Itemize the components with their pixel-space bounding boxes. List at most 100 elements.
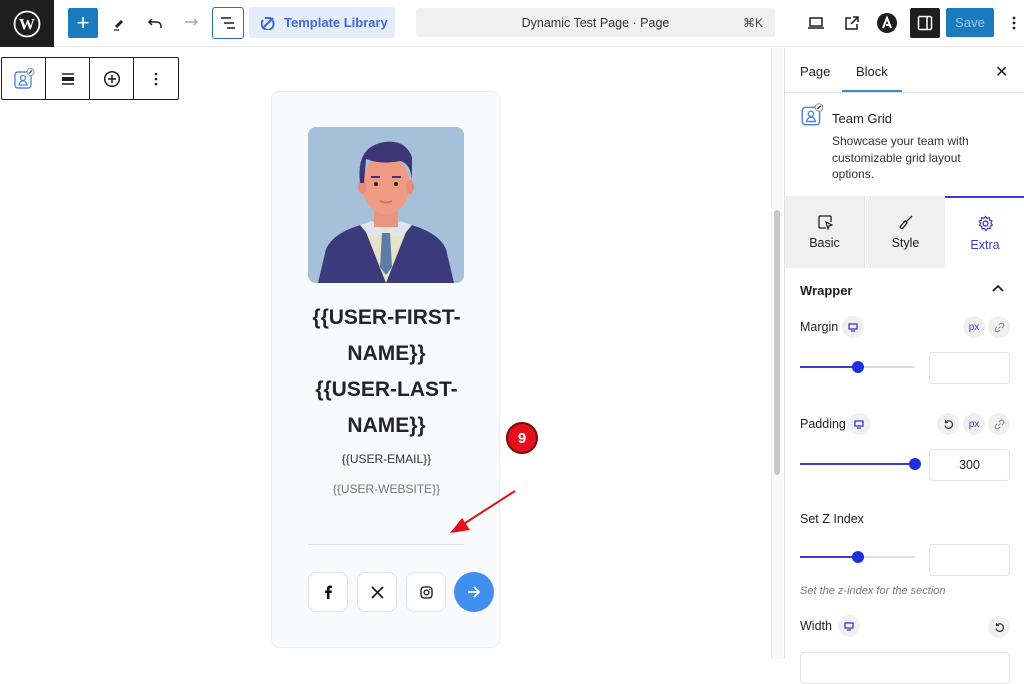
z-index-slider[interactable] [800, 551, 915, 563]
link-icon [994, 419, 1004, 429]
external-link-icon [845, 16, 859, 30]
first-name-placeholder-cont: NAME}} [347, 342, 426, 365]
margin-label: Margin [800, 320, 839, 334]
template-library-button[interactable]: Template Library [249, 7, 395, 38]
gear-icon [977, 214, 993, 231]
active-tab-indicator [842, 90, 902, 92]
block-options-button[interactable] [134, 58, 178, 99]
width-reset-button[interactable] [988, 616, 1010, 638]
edit-tools-button[interactable] [104, 8, 134, 38]
desktop-icon [808, 17, 824, 29]
tab-basic-label: Basic [809, 236, 840, 250]
close-icon[interactable]: ✕ [995, 62, 1008, 82]
wrapper-section-title[interactable]: Wrapper [800, 283, 853, 298]
settings-toggle-button[interactable] [910, 8, 940, 38]
desktop-icon [854, 419, 864, 429]
tab-page[interactable]: Page [800, 64, 830, 79]
list-view-icon [221, 17, 235, 29]
margin-input[interactable] [929, 352, 1010, 384]
person-illustration [308, 127, 464, 283]
annotation-arrow [450, 490, 516, 533]
plus-icon: + [76, 10, 90, 35]
padding-reset-button[interactable] [937, 413, 959, 435]
z-index-slider-fill [800, 556, 858, 558]
template-library-label: Template Library [284, 15, 388, 30]
responsive-device-button[interactable] [838, 615, 860, 637]
padding-unit-button[interactable]: px [963, 413, 985, 435]
block-type-button[interactable] [2, 58, 46, 99]
options-button[interactable] [1004, 8, 1024, 38]
padding-label: Padding [800, 417, 846, 431]
team-member-card[interactable]: {{USER-FIRST- NAME}} {{USER-LAST- NAME}}… [271, 91, 500, 648]
instagram-icon [419, 585, 433, 599]
width-input[interactable] [800, 652, 1010, 684]
shortcut-hint: ⌘K [742, 15, 763, 30]
margin-slider-handle[interactable] [851, 361, 864, 373]
align-wide-icon [61, 72, 74, 85]
card-divider [308, 544, 464, 545]
align-button[interactable] [46, 58, 90, 99]
command-palette-bar[interactable]: Dynamic Test Page · Page ⌘K [416, 8, 775, 37]
brush-icon [898, 215, 912, 229]
svg-text:W: W [19, 16, 35, 33]
padding-link-button[interactable] [988, 413, 1010, 435]
add-block-button[interactable]: + [68, 8, 98, 38]
wordpress-logo[interactable]: W [0, 0, 54, 47]
link-icon [994, 322, 1004, 332]
responsive-device-button[interactable] [842, 316, 864, 338]
x-twitter-button[interactable] [357, 572, 397, 612]
padding-slider[interactable] [800, 458, 921, 470]
padding-input[interactable]: 300 [929, 449, 1010, 481]
plus-circle-icon [103, 70, 120, 87]
annotation-badge: 9 [506, 422, 538, 454]
panel-tabs: Basic Style Extra [785, 196, 1024, 268]
view-profile-button[interactable] [454, 572, 494, 612]
canvas-scrollbar[interactable] [774, 210, 780, 475]
chevron-up-icon[interactable] [992, 284, 1004, 292]
arrow-right-icon [468, 586, 481, 598]
editor-canvas: {{USER-FIRST- NAME}} {{USER-LAST- NAME}}… [0, 48, 785, 659]
undo-icon [147, 18, 162, 28]
margin-slider[interactable] [800, 361, 915, 373]
avatar-image [308, 127, 464, 283]
margin-slider-fill [800, 366, 858, 368]
view-page-button[interactable] [837, 8, 867, 38]
z-index-slider-handle[interactable] [851, 551, 864, 563]
block-title: Team Grid [832, 111, 892, 126]
facebook-icon [325, 585, 332, 599]
z-index-label: Set Z Index [800, 512, 864, 526]
redo-button[interactable] [176, 8, 206, 38]
wordpress-icon: W [13, 10, 41, 37]
instagram-button[interactable] [406, 572, 446, 612]
z-index-input[interactable] [929, 544, 1010, 576]
insert-button[interactable] [90, 58, 134, 99]
astra-button[interactable] [872, 8, 902, 38]
margin-unit-button[interactable]: px [963, 316, 985, 338]
reset-icon [943, 419, 953, 429]
tab-extra[interactable]: Extra [945, 196, 1024, 268]
save-button[interactable]: Save [946, 8, 994, 37]
document-title: Dynamic Test Page · Page [521, 15, 670, 30]
block-description: Showcase your team with customizable gri… [832, 134, 969, 181]
undo-button[interactable] [140, 8, 170, 38]
facebook-button[interactable] [308, 572, 348, 612]
last-name-placeholder-cont: NAME}} [347, 414, 426, 437]
block-toolbar [1, 57, 179, 100]
redo-icon [185, 18, 198, 26]
first-name-placeholder: {{USER-FIRST- [312, 306, 461, 329]
preview-button[interactable] [801, 8, 831, 38]
responsive-device-button[interactable] [848, 413, 870, 435]
margin-link-button[interactable] [988, 316, 1010, 338]
desktop-icon [844, 621, 854, 631]
team-grid-icon [13, 67, 34, 89]
cursor-select-icon [817, 215, 833, 230]
tab-block[interactable]: Block [856, 64, 888, 79]
tab-style[interactable]: Style [866, 196, 945, 268]
document-overview-button[interactable] [212, 7, 244, 39]
more-vertical-icon [154, 72, 158, 85]
padding-slider-fill [800, 463, 915, 465]
padding-slider-handle[interactable] [909, 458, 921, 470]
pen-icon [114, 20, 123, 31]
tab-basic[interactable]: Basic [785, 196, 865, 268]
desktop-icon [848, 322, 858, 332]
